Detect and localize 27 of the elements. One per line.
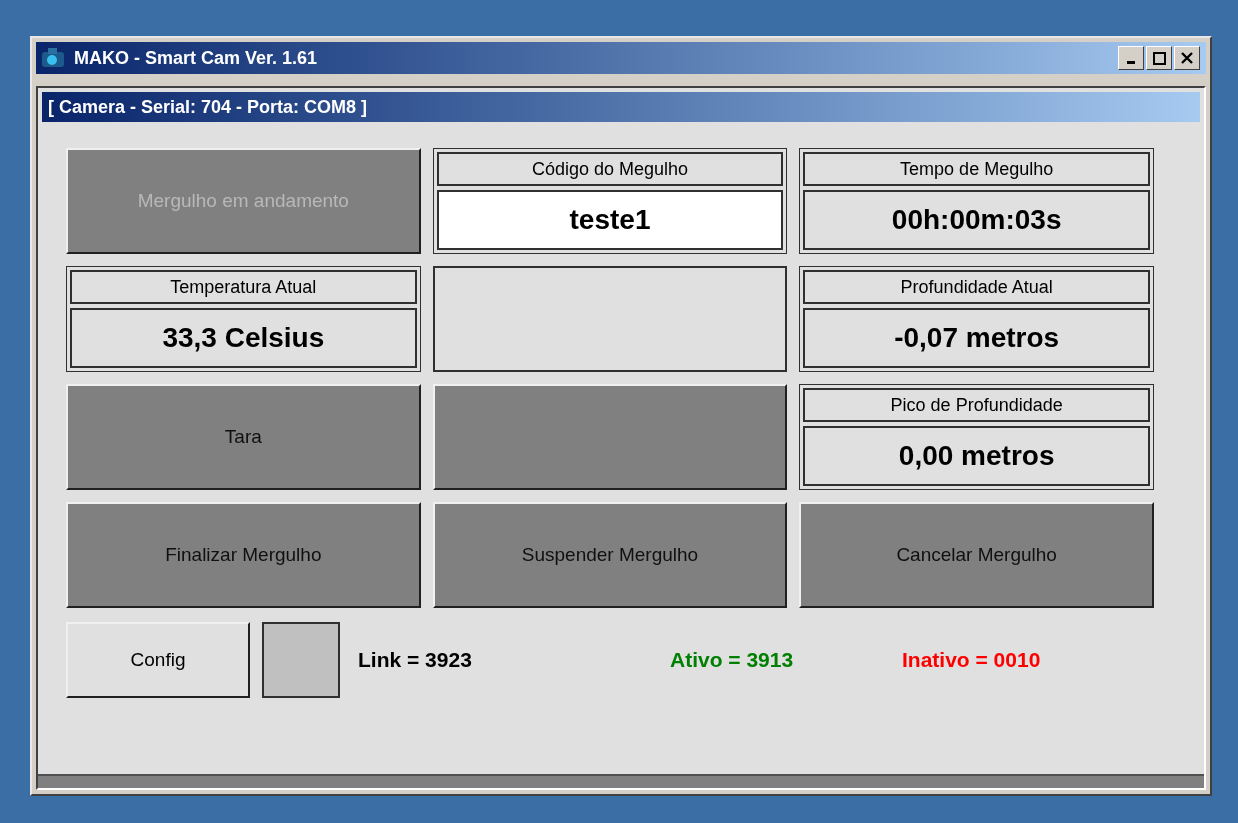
action-button[interactable]: Finalizar Mergulho [66, 502, 421, 608]
maximize-button[interactable] [1146, 46, 1172, 70]
readout-label: Tempo de Megulho [803, 152, 1150, 186]
connection-header: [ Camera - Serial: 704 - Porta: COM8 ] [42, 92, 1200, 122]
readout-value: 0,00 metros [803, 426, 1150, 486]
counter-text: Link = 3923 [358, 647, 473, 674]
maximize-icon [1152, 51, 1166, 65]
minimize-icon [1127, 60, 1135, 64]
readout-label: Profundidade Atual [803, 270, 1150, 304]
action-button[interactable] [432, 384, 788, 490]
readout-value: -0,07 metros [803, 308, 1150, 368]
action-button[interactable]: Tara [66, 384, 421, 490]
counter-text: Ativo = 3913 [670, 647, 795, 674]
readout-value: 00h:00m:03s [803, 190, 1150, 250]
readout-value: 33,3 Celsius [70, 308, 417, 368]
minimize-button[interactable] [1118, 46, 1144, 70]
close-icon [1181, 52, 1193, 64]
readout-label: Código do Megulho [436, 152, 784, 186]
window-title: MAKO - Smart Cam Ver. 1.61 [74, 46, 319, 70]
counter-text: Inativo = 0010 [902, 647, 1041, 674]
readout-label: Temperatura Atual [70, 270, 417, 304]
input-field[interactable]: teste1 [436, 190, 784, 250]
action-button[interactable]: Cancelar Mergulho [799, 502, 1154, 608]
action-button[interactable]: Suspender Mergulho [432, 502, 788, 608]
config-button[interactable]: Config [66, 622, 250, 698]
close-button[interactable] [1174, 46, 1200, 70]
readout-label: Pico de Profundidade [803, 388, 1150, 422]
